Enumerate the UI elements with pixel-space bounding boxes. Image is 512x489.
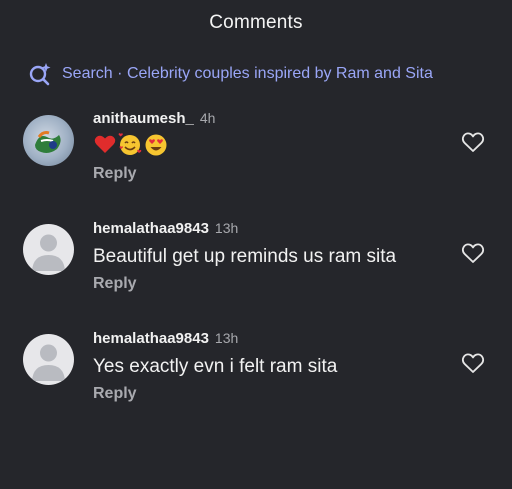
reply-button[interactable]: Reply	[93, 275, 137, 293]
like-heart-icon[interactable]	[461, 242, 485, 264]
comment-text: Yes exactly evn i felt ram sita	[93, 356, 338, 377]
comment-username[interactable]: hemalathaa9843	[93, 330, 209, 347]
like-heart-icon[interactable]	[461, 131, 485, 153]
comment-username[interactable]: anithaumesh_	[93, 110, 194, 127]
reply-button[interactable]: Reply	[93, 385, 137, 403]
comment-timestamp: 4h	[199, 110, 216, 126]
like-heart-icon[interactable]	[461, 352, 485, 374]
comment-timestamp: 13h	[214, 220, 239, 236]
comment-item: anithaumesh_ 4h Reply	[0, 110, 512, 200]
comment-item: hemalathaa9843 13h Yes exactly evn i fel…	[0, 330, 512, 420]
search-separator: ·	[117, 65, 123, 82]
avatar[interactable]	[23, 224, 74, 275]
search-sparkle-icon	[28, 62, 52, 86]
comment-username[interactable]: hemalathaa9843	[93, 220, 209, 237]
red-heart-icon	[93, 132, 117, 161]
heart-eyes-icon	[143, 132, 169, 161]
comment-timestamp: 13h	[214, 330, 239, 346]
comments-header: Comments	[0, 0, 512, 46]
search-query: Celebrity couples inspired by Ram and Si…	[126, 65, 433, 82]
page-title: Comments	[209, 12, 303, 33]
search-suggestion[interactable]: Search · Celebrity couples inspired by R…	[28, 61, 433, 87]
avatar[interactable]	[23, 115, 74, 166]
smiling-face-with-hearts-icon	[117, 132, 143, 161]
comment-text: Beautiful get up reminds us ram sita	[93, 246, 397, 267]
comment-emojis	[93, 132, 169, 161]
reply-button[interactable]: Reply	[93, 165, 137, 183]
search-label: Search	[62, 65, 113, 82]
avatar[interactable]	[23, 334, 74, 385]
comment-item: hemalathaa9843 13h Beautiful get up remi…	[0, 220, 512, 310]
